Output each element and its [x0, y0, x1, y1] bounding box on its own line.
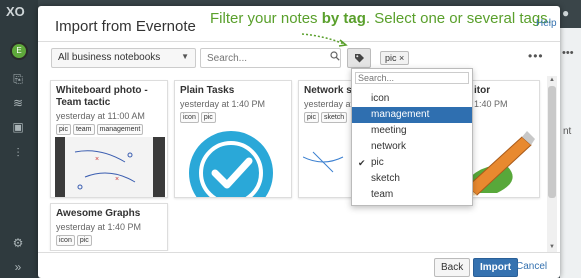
hint-arrow-icon	[301, 33, 348, 47]
dialog-footer: Back Import Cancel	[38, 252, 560, 278]
note-tag: pic	[56, 124, 71, 135]
evernote-icon[interactable]: E	[10, 42, 28, 60]
tag-option-label: icon	[371, 93, 390, 104]
dialog-title: Import from Evernote	[55, 18, 196, 35]
svg-text:×: ×	[95, 156, 99, 163]
import-button[interactable]: Import	[473, 258, 519, 277]
tag-option-network[interactable]: network	[352, 139, 472, 155]
tag-option-label: sketch	[371, 173, 400, 184]
tag-option-meeting[interactable]: meeting	[352, 123, 472, 139]
filter-hint: Filter your notes by tag. Select one or …	[210, 10, 552, 27]
checkmark-icon: ✔	[358, 158, 366, 168]
dialog-header: Import from Evernote Filter your notes b…	[38, 6, 560, 47]
hint-text-end: . Select one or several tags.	[365, 10, 552, 27]
tag-option-label: network	[371, 141, 407, 152]
tag-icon	[355, 54, 364, 63]
toolbar: All business notebooks ▼ pic × •••	[38, 48, 560, 72]
note-title: Plain Tasks	[180, 85, 235, 96]
tag-option-icon[interactable]: icon	[352, 91, 472, 107]
whiteboard-photo-thumbnail: × ×	[55, 137, 165, 197]
note-tag: icon	[56, 235, 75, 246]
app-logo: XO	[6, 4, 25, 19]
note-tag: management	[96, 124, 144, 135]
tag-filter-button[interactable]	[347, 48, 371, 68]
more-options-icon[interactable]: •••	[528, 49, 544, 63]
hint-bold-text: by tag	[321, 10, 366, 27]
tag-search-input[interactable]	[355, 72, 469, 84]
note-card[interactable]: Plain Tasks yesterday at 1:40 PM icon pi…	[174, 80, 292, 198]
active-tag-pill[interactable]: pic ×	[380, 51, 410, 65]
tag-option-label: management	[371, 109, 430, 120]
search-input[interactable]	[200, 48, 341, 68]
note-tags: icon pic	[56, 235, 162, 246]
back-button[interactable]: Back	[434, 258, 471, 277]
note-title: Whiteboard photo - Team tactic	[56, 85, 148, 108]
tag-option-label: meeting	[371, 125, 407, 136]
note-title: Awesome Graphs	[56, 208, 141, 219]
notes-scrollbar[interactable]: ▲ ▼	[547, 76, 557, 252]
more-icon[interactable]: •••	[562, 47, 574, 59]
tag-option-management[interactable]: management	[352, 107, 472, 123]
note-tag: pic	[76, 235, 92, 246]
note-card[interactable]: Whiteboard photo - Team tactic yesterday…	[50, 80, 168, 198]
cancel-link[interactable]: Cancel	[516, 261, 547, 272]
note-tag: pic	[200, 112, 216, 123]
note-tag: icon	[180, 112, 199, 123]
tag-option-pic[interactable]: ✔ pic	[352, 155, 472, 171]
tag-dropdown: icon management meeting network ✔ pic ske…	[351, 68, 473, 206]
scroll-down-icon[interactable]: ▼	[549, 244, 555, 250]
note-tags: pic team management	[56, 124, 162, 135]
notes-grid: Whiteboard photo - Team tactic yesterday…	[38, 76, 560, 251]
tag-option-label: pic	[371, 157, 384, 168]
tag-option-team[interactable]: team	[352, 187, 472, 203]
notebook-select-value: All business notebooks	[58, 52, 161, 63]
help-link[interactable]: Help	[536, 18, 557, 29]
notebook-select[interactable]: All business notebooks ▼	[51, 48, 196, 68]
note-tags: icon pic	[180, 112, 286, 123]
chart-icon[interactable]: ⫶	[11, 146, 25, 160]
rss-icon[interactable]: ≋	[11, 96, 25, 110]
expand-icon[interactable]: »	[11, 260, 25, 274]
note-card[interactable]: Awesome Graphs yesterday at 1:40 PM icon…	[50, 203, 168, 251]
tag-option-label: team	[371, 189, 394, 200]
search-icon[interactable]	[330, 51, 340, 61]
note-tag: pic	[304, 112, 319, 123]
user-avatar-icon[interactable]: ●	[562, 6, 569, 20]
tag-option-sketch[interactable]: sketch	[352, 171, 472, 187]
checkmark-image-icon	[189, 131, 273, 197]
app-content-right	[560, 0, 581, 278]
hint-text: Filter your notes	[210, 10, 322, 27]
note-tag: sketch	[320, 112, 348, 123]
background-text: nt	[563, 126, 572, 137]
scrollbar-thumb[interactable]	[548, 86, 556, 198]
note-date: yesterday at 1:40 PM	[56, 222, 142, 232]
chevron-down-icon: ▼	[181, 52, 189, 61]
note-tag: team	[72, 124, 95, 135]
note-date: yesterday at 1:40 PM	[180, 99, 266, 109]
inbox-icon[interactable]: ▣	[11, 120, 25, 134]
note-date: yesterday at 11:00 AM	[56, 111, 145, 121]
svg-text:×: ×	[115, 176, 119, 183]
clipboard-icon[interactable]: ⎘	[11, 72, 25, 86]
gear-icon[interactable]: ⚙	[11, 236, 25, 250]
scroll-up-icon[interactable]: ▲	[549, 77, 555, 83]
import-dialog: Import from Evernote Filter your notes b…	[38, 6, 560, 278]
